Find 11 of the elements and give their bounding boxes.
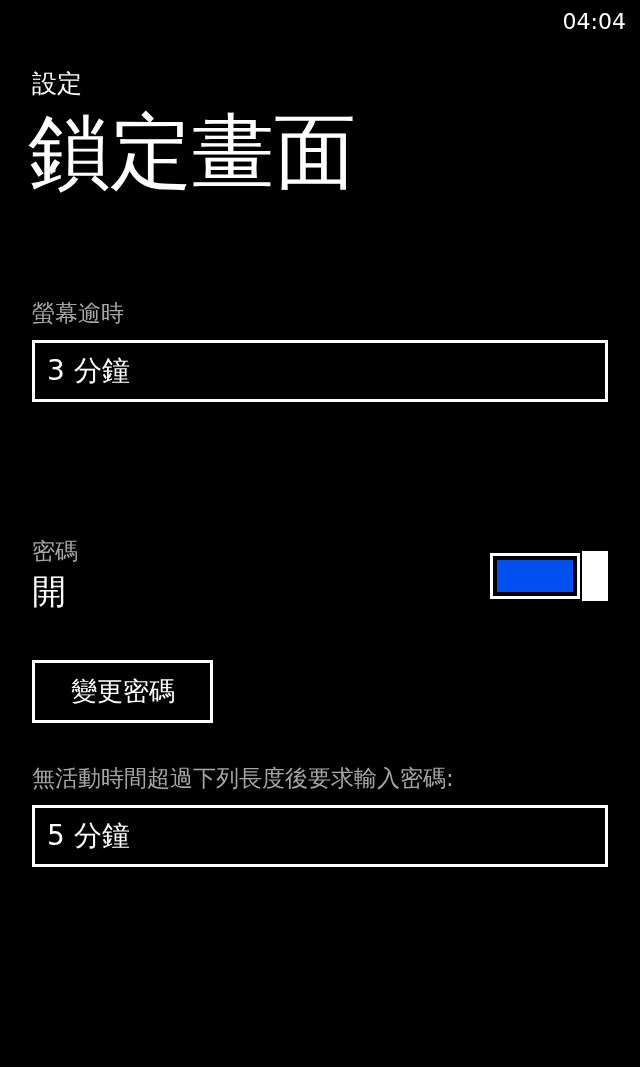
change-password-button[interactable]: 變更密碼	[32, 660, 213, 723]
status-time: 04:04	[562, 8, 626, 34]
app-name: 設定	[32, 68, 83, 100]
password-toggle[interactable]	[490, 551, 608, 601]
field-label: 螢幕逾時	[32, 299, 125, 328]
password-delay-picker[interactable]: 5 分鐘	[32, 805, 608, 867]
timeout-picker[interactable]: 3 分鐘	[32, 340, 608, 402]
toggle-state: 開	[32, 570, 66, 613]
field-label: 密碼	[32, 537, 79, 566]
page-title: 鎖定畫面	[28, 103, 357, 201]
field-label: 無活動時間超過下列長度後要求輸入密碼:	[32, 764, 455, 793]
